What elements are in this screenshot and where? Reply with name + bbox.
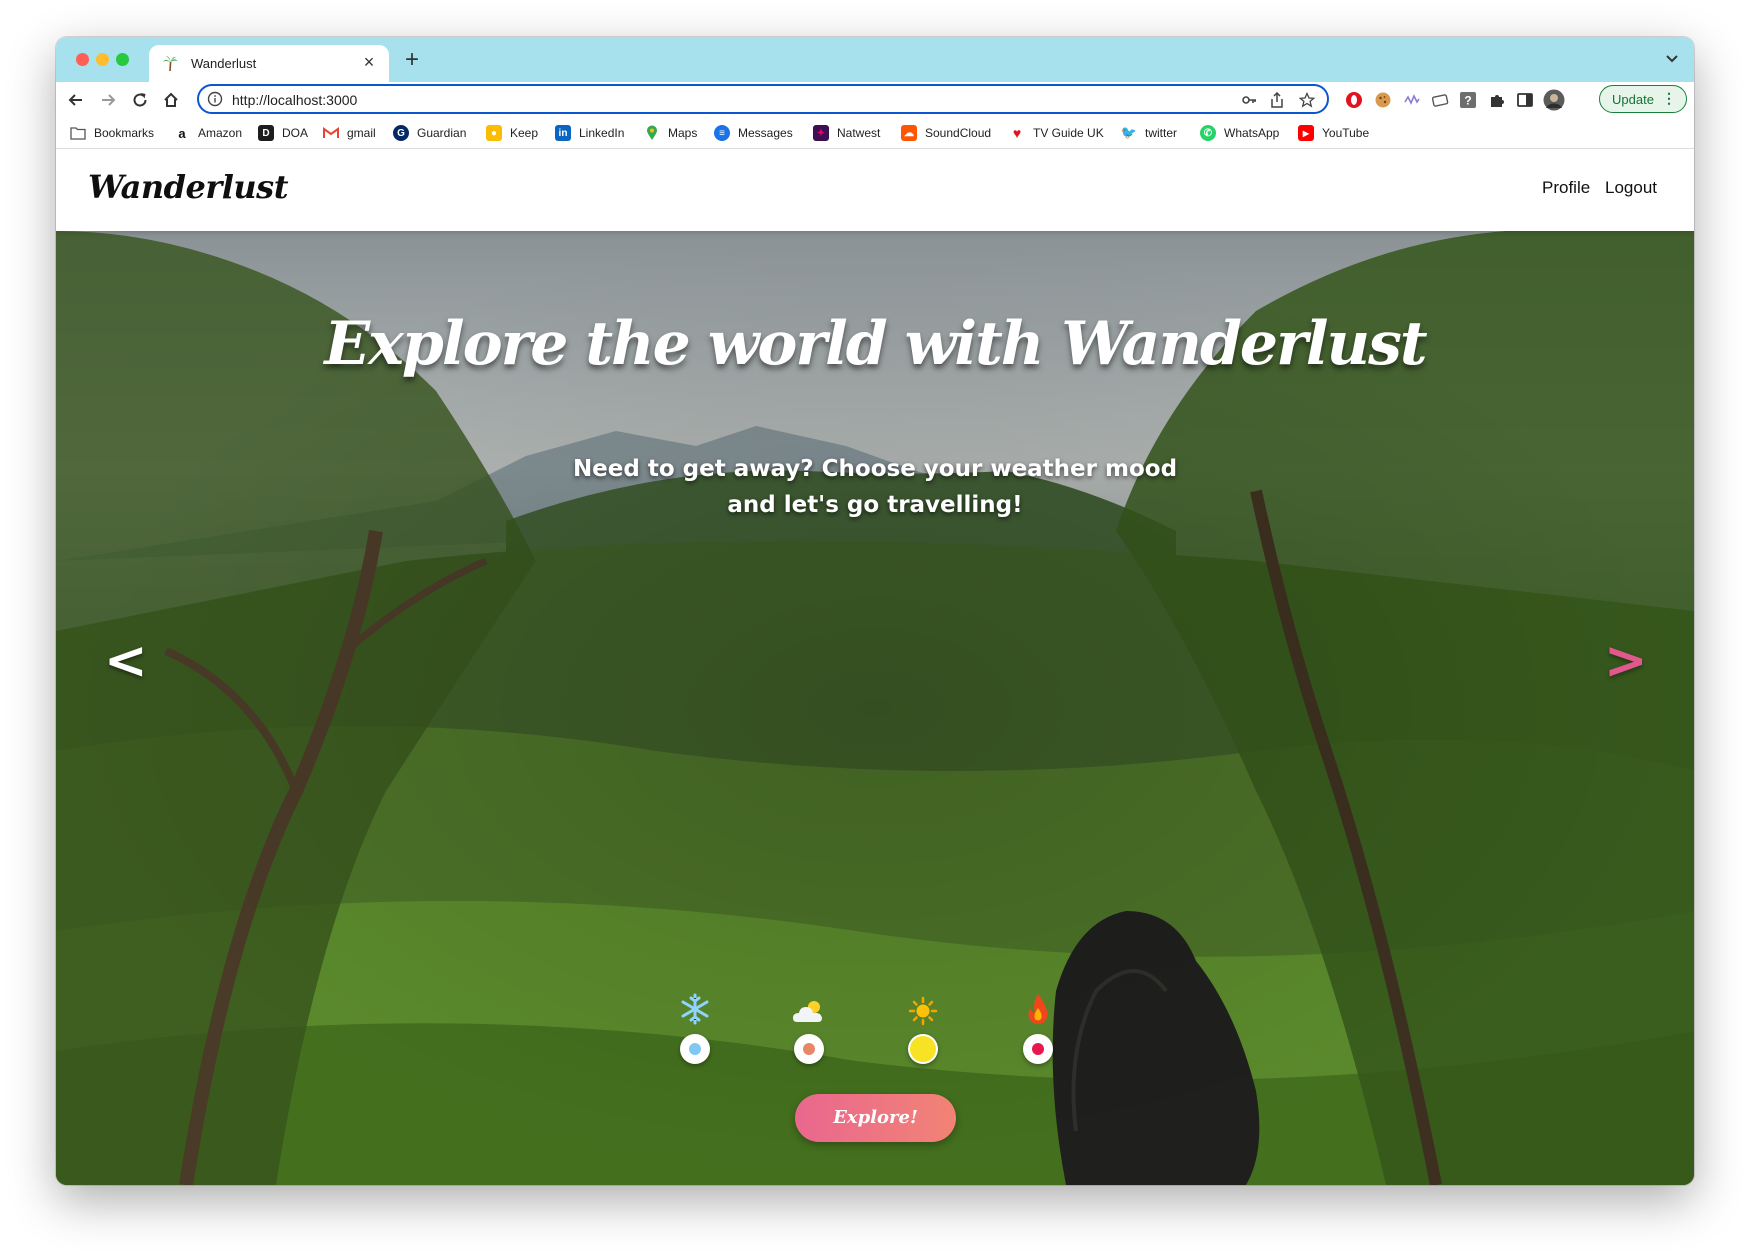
arrow-left-icon (68, 94, 82, 106)
bookmark-gmail[interactable]: gmail (323, 124, 376, 142)
cloud-icon (779, 988, 839, 1026)
bookmark-linkedin[interactable]: in LinkedIn (555, 124, 624, 142)
bookmark-messages[interactable]: ≡ Messages (714, 124, 793, 142)
mood-option-cold[interactable] (665, 988, 725, 1064)
hero-carousel: Explore the world with Wanderlust Need t… (56, 231, 1694, 1185)
tab-title: Wanderlust (191, 56, 257, 71)
maximize-window-button[interactable] (116, 53, 129, 66)
puzzle-extensions-icon[interactable] (1486, 89, 1508, 111)
home-icon (164, 92, 178, 107)
nav-logout-link[interactable]: Logout (1605, 178, 1657, 198)
soundcloud-icon: ☁ (901, 125, 917, 141)
keep-icon: ● (486, 125, 502, 141)
chevron-down-icon[interactable] (1662, 49, 1682, 69)
hero-subheadline: Need to get away? Choose your weather mo… (572, 456, 1178, 518)
web-page: Wanderlust Profile Logout Explore the wo… (56, 149, 1694, 1185)
amazon-icon: a (174, 125, 190, 141)
svg-text:?: ? (1464, 94, 1471, 108)
profile-avatar[interactable] (1543, 89, 1565, 111)
bookmark-guardian[interactable]: G Guardian (393, 124, 466, 142)
natwest-icon: ✦ (813, 125, 829, 141)
key-icon[interactable] (1239, 90, 1259, 110)
twitter-icon: 🐦 (1120, 125, 1138, 141)
mood-dot-mild (803, 1043, 815, 1055)
carousel-prev-arrow[interactable]: < (104, 631, 148, 691)
address-bar[interactable]: http://localhost:3000 (197, 84, 1329, 114)
tvguide-icon: ♥ (1009, 125, 1025, 141)
youtube-icon: ▶ (1298, 125, 1314, 141)
bookmark-twitter[interactable]: 🐦 twitter (1121, 124, 1177, 142)
mood-dot-hot (1032, 1043, 1044, 1055)
browser-toolbar: http://localhost:3000 ? Update ⋮ (56, 82, 1694, 118)
guardian-icon: G (393, 125, 409, 141)
reload-icon (133, 93, 147, 107)
tab-wanderlust[interactable]: Wanderlust × (149, 45, 389, 82)
mood-option-sunny[interactable] (893, 988, 953, 1064)
gmail-icon (323, 125, 339, 141)
palm-tree-icon (163, 56, 178, 72)
carousel-next-arrow[interactable]: > (1604, 631, 1648, 691)
bookmark-amazon[interactable]: a Amazon (174, 124, 242, 142)
star-icon[interactable] (1297, 90, 1317, 110)
reload-button[interactable] (126, 86, 154, 114)
share-icon[interactable] (1267, 90, 1287, 110)
minimize-window-button[interactable] (96, 53, 109, 66)
bookmarks-bar: Bookmarks a Amazon D DOA gmail G Guardia… (56, 118, 1694, 149)
bookmark-soundcloud[interactable]: ☁ SoundCloud (901, 124, 991, 142)
site-logo[interactable]: Wanderlust (88, 168, 288, 206)
sun-icon (893, 988, 953, 1026)
messages-icon: ≡ (714, 125, 730, 141)
folder-icon (70, 125, 86, 141)
home-button[interactable] (157, 86, 185, 114)
info-icon[interactable] (207, 91, 223, 107)
bookmark-bookmarks[interactable]: Bookmarks (70, 124, 154, 142)
wave-extension-icon[interactable] (1401, 89, 1423, 111)
bookmark-whatsapp[interactable]: ✆ WhatsApp (1200, 124, 1279, 142)
url-text[interactable]: http://localhost:3000 (232, 92, 357, 108)
mood-dot-sunny (910, 1036, 936, 1062)
site-header: Wanderlust Profile Logout (56, 149, 1694, 231)
tab-strip: Wanderlust × + (56, 37, 1694, 82)
mood-option-hot[interactable] (1008, 988, 1068, 1064)
hero-headline: Explore the world with Wanderlust (324, 309, 1427, 379)
explore-button[interactable]: Explore! (795, 1094, 956, 1142)
browser-window: Wanderlust × + http://localhost:3000 ? U… (56, 37, 1694, 1185)
forward-button[interactable] (94, 86, 122, 114)
arrow-right-icon (102, 94, 116, 106)
help-extension-icon[interactable]: ? (1457, 89, 1479, 111)
side-panel-icon[interactable] (1514, 89, 1536, 111)
doa-icon: D (258, 125, 274, 141)
ticket-extension-icon[interactable] (1429, 89, 1451, 111)
bookmark-natwest[interactable]: ✦ Natwest (813, 124, 880, 142)
new-tab-button[interactable]: + (398, 46, 426, 74)
more-vert-icon[interactable]: ⋮ (1662, 90, 1676, 107)
linkedin-icon: in (555, 125, 571, 141)
whatsapp-icon: ✆ (1200, 125, 1216, 141)
snowflake-icon (665, 988, 725, 1026)
nav-profile-link[interactable]: Profile (1542, 178, 1590, 198)
bookmark-keep[interactable]: ● Keep (486, 124, 538, 142)
mood-radio-cold[interactable] (680, 1034, 710, 1064)
bookmark-maps[interactable]: Maps (644, 124, 697, 142)
bookmark-youtube[interactable]: ▶ YouTube (1298, 124, 1369, 142)
close-window-button[interactable] (76, 53, 89, 66)
cookie-extension-icon[interactable] (1372, 89, 1394, 111)
mood-option-mild[interactable] (779, 988, 839, 1064)
back-button[interactable] (62, 86, 90, 114)
opera-extension-icon[interactable] (1343, 89, 1365, 111)
maps-icon (644, 125, 660, 141)
mood-radio-hot[interactable] (1023, 1034, 1053, 1064)
close-tab-icon[interactable]: × (357, 50, 381, 74)
mood-dot-cold (689, 1043, 701, 1055)
bookmark-doa[interactable]: D DOA (258, 124, 308, 142)
mood-radio-sunny[interactable] (908, 1034, 938, 1064)
fire-icon (1008, 988, 1068, 1026)
bookmark-tv-guide-uk[interactable]: ♥ TV Guide UK (1009, 124, 1104, 142)
update-button[interactable]: Update ⋮ (1599, 85, 1687, 113)
mood-radio-mild[interactable] (794, 1034, 824, 1064)
